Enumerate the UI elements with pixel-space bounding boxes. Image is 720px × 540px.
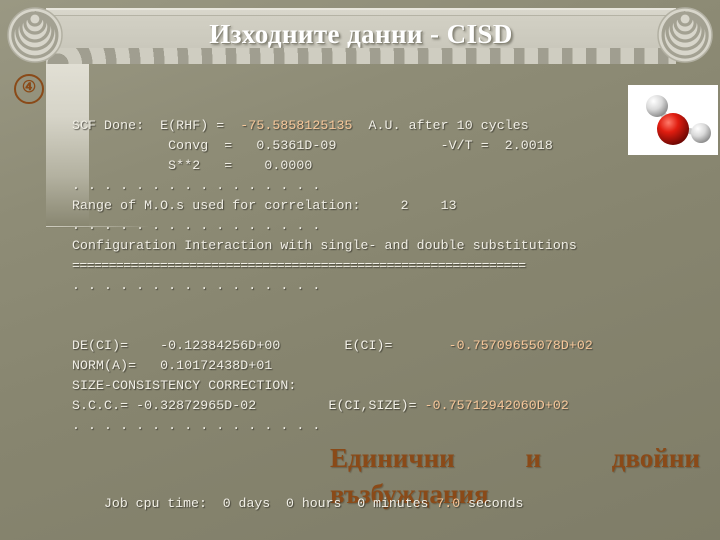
console-text: Configuration Interaction with single- a… [72,238,577,253]
console-text: DE(CI)= -0.12384256D+00 E(CI)= [72,338,449,353]
spiral-icon [656,6,714,64]
console-line-equals-rule: ========================================… [72,256,692,276]
console-text: A.U. after 10 cycles [352,118,529,133]
console-text: S.C.C.= -0.32872965D-02 E(CI,SIZE)= [72,398,425,413]
console-text: . . . . . . . . . . . . . . . . [72,178,321,193]
page-title: Изходните данни - CISD [209,19,513,49]
console-line-blank-1 [72,296,692,316]
console-text: NORM(A)= 0.10172438D+01 [72,358,273,373]
console-text: Range of M.O.s used for correlation: 2 1… [72,198,457,213]
caption-line-1: Единични и двойни [330,440,700,476]
console-text: . . . . . . . . . . . . . . . . [72,218,321,233]
scallop-arch-row [46,48,676,64]
console-line-de-ci: DE(CI)= -0.12384256D+00 E(CI)= -0.757096… [72,336,692,356]
highlighted-value: -75.5858125135 [240,118,353,133]
console-line-ci-header: Configuration Interaction with single- a… [72,236,692,256]
console-line-scc-value: S.C.C.= -0.32872965D-02 E(CI,SIZE)= -0.7… [72,396,692,416]
slide-canvas: Изходните данни - CISD ④ SCF Done: E(RHF… [0,0,720,540]
console-line-s-squared: S**2 = 0.0000 [72,156,692,176]
console-line-scf-done: SCF Done: E(RHF) = -75.5858125135 A.U. a… [72,116,692,136]
console-line-mo-range: Range of M.O.s used for correlation: 2 1… [72,196,692,216]
job-time-suffix: seconds [460,496,524,511]
console-line-scc-header: SIZE-CONSISTENCY CORRECTION: [72,376,692,396]
highlighted-value: -0.75709655078D+02 [448,338,593,353]
console-line-norm-a: NORM(A)= 0.10172438D+01 [72,356,692,376]
console-text: ========================================… [72,258,526,273]
console-line-convg: Convg = 0.5361D-09 -V/T = 2.0018 [72,136,692,156]
console-text: . . . . . . . . . . . . . . . . [72,278,321,293]
console-text: SIZE-CONSISTENCY CORRECTION: [72,378,297,393]
job-cpu-time-line: Job cpu time: 0 days 0 hours 0 minutes 7… [104,496,523,511]
job-time-seconds: 7.0 [436,496,461,511]
caption-word-2: и [525,443,541,473]
console-line-dots-3: . . . . . . . . . . . . . . . . [72,276,692,296]
console-text: Convg = 0.5361D-09 -V/T = 2.0018 [72,138,553,153]
console-line-blank-2 [72,316,692,336]
console-text: . . . . . . . . . . . . . . . . [72,418,321,433]
gaussian-output-console: SCF Done: E(RHF) = -75.5858125135 A.U. a… [72,116,692,436]
job-time-prefix: Job cpu time: 0 days 0 hours 0 minutes [104,496,437,511]
spiral-icon [6,6,64,64]
console-line-dots-2: . . . . . . . . . . . . . . . . [72,216,692,236]
caption-word-3: двойни [611,443,700,473]
highlighted-value: -0.75712942060D+02 [424,398,569,413]
slide-number-badge: ④ [14,74,44,104]
console-line-dots-1: . . . . . . . . . . . . . . . . [72,176,692,196]
console-line-dots-4: . . . . . . . . . . . . . . . . [72,416,692,436]
caption-word-1: Единични [330,443,455,473]
console-text: SCF Done: E(RHF) = [72,118,241,133]
console-text: S**2 = 0.0000 [72,158,313,173]
